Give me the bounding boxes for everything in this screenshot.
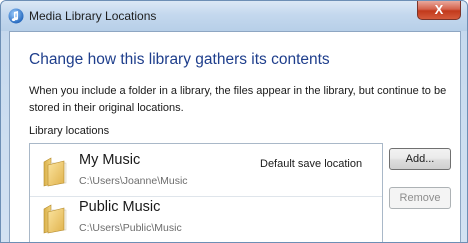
location-name: My Music [79,152,141,168]
remove-button[interactable]: Remove [389,187,451,209]
list-item[interactable]: My Music C:\Users\Joanne\Music Default s… [30,150,382,196]
title-bar[interactable]: Media Library Locations X [1,1,467,31]
section-label: Library locations [29,125,110,137]
media-player-icon [8,8,24,24]
default-save-badge: Default save location [260,158,363,170]
page-title: Change how this library gathers its cont… [29,51,330,68]
location-path: C:\Users\Public\Music [79,222,182,234]
dialog-window: Media Library Locations X Change how thi… [0,0,468,243]
add-button[interactable]: Add... [389,148,451,170]
close-button[interactable]: X [417,1,461,20]
dialog-content: Change how this library gathers its cont… [9,31,461,242]
window-title: Media Library Locations [29,9,157,23]
description-text: When you include a folder in a library, … [29,85,447,114]
close-icon: X [434,2,444,17]
location-name: Public Music [79,199,161,215]
list-item[interactable]: Public Music C:\Users\Public\Music [30,196,382,242]
location-path: C:\Users\Joanne\Music [79,175,188,187]
library-locations-list[interactable]: My Music C:\Users\Joanne\Music Default s… [29,143,383,242]
folder-icon [42,157,68,187]
folder-icon [42,204,68,234]
